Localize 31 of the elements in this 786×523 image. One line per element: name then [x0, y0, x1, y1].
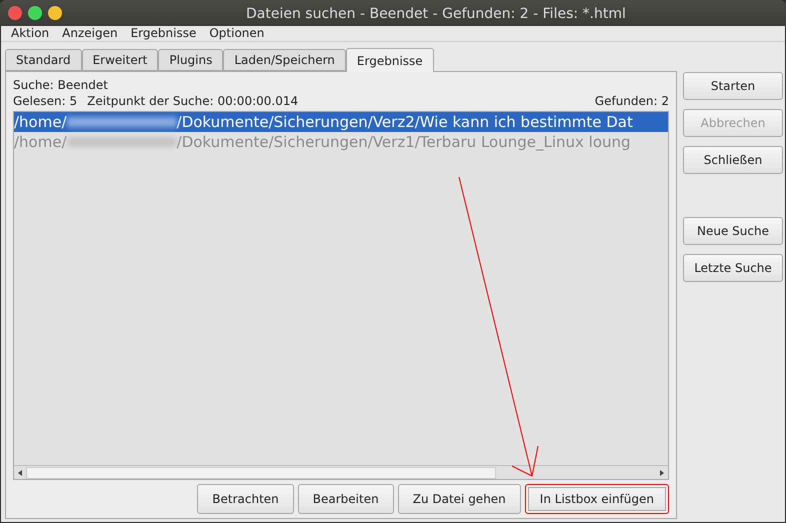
tab[interactable]: Laden/Speichern — [223, 49, 346, 71]
close-button[interactable]: Schließen — [683, 146, 783, 174]
path-prefix: /home/ — [14, 132, 67, 153]
close-icon[interactable] — [8, 6, 22, 20]
action-button[interactable]: In Listbox einfügen — [524, 484, 669, 514]
read-count: Gelesen: 5 — [13, 93, 78, 109]
action-button[interactable]: Bearbeiten — [298, 484, 394, 514]
tab[interactable]: Standard — [5, 49, 82, 71]
horizontal-scrollbar[interactable] — [14, 465, 668, 479]
menu-item[interactable]: Optionen — [209, 26, 264, 41]
start-button[interactable]: Starten — [683, 72, 783, 100]
tab[interactable]: Erweitert — [82, 49, 158, 71]
action-button[interactable]: Betrachten — [197, 484, 294, 514]
found-count: Gefunden: 2 — [594, 93, 669, 109]
search-status: Suche: Beendet — [13, 77, 109, 93]
file-path: /Dokumente/Sicherungen/Verz2/Wie kann ich bestimmte Dat — [176, 112, 633, 133]
result-row[interactable]: /home/ /Dokumente/Sicherungen/Verz2/Wie kann ich bestimmte Dat — [14, 112, 668, 132]
search-time: Zeitpunkt der Suche: 00:00:00.014 — [87, 93, 298, 109]
menu-item[interactable]: Aktion — [11, 26, 50, 41]
window-title: Dateien suchen - Beendet - Gefunden: 2 - Files: *.html — [246, 5, 626, 24]
last-search-button[interactable]: Letzte Suche — [683, 254, 783, 282]
menu-item[interactable]: Ergebnisse — [130, 26, 196, 41]
file-path: /Dokumente/Sicherungen/Verz1/Terbaru Lounge_Linux loung — [176, 132, 631, 153]
maximize-icon[interactable] — [28, 6, 42, 20]
tab[interactable]: Plugins — [158, 49, 224, 71]
tab[interactable]: Ergebnisse — [346, 48, 434, 72]
new-search-button[interactable]: Neue Suche — [683, 217, 783, 245]
action-button[interactable]: Zu Datei gehen — [398, 484, 521, 514]
path-prefix: /home/ — [14, 112, 67, 133]
minimize-icon[interactable] — [48, 6, 62, 20]
menu-item[interactable]: Anzeigen — [62, 26, 118, 41]
